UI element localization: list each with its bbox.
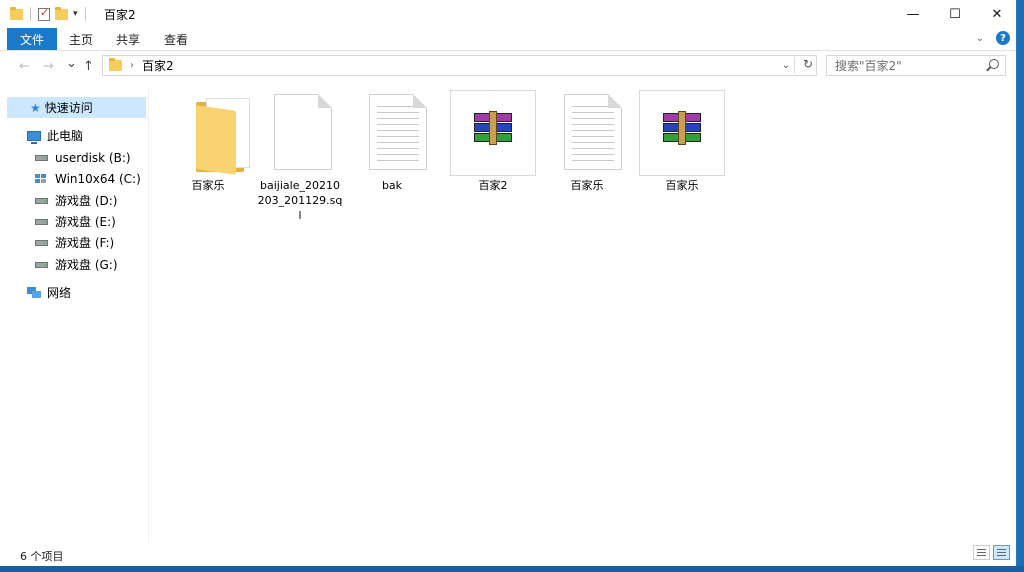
large-icons-view-icon[interactable] [993, 545, 1010, 560]
breadcrumb-current[interactable]: 百家2 [142, 57, 174, 74]
quick-access-toolbar: ▾ [10, 6, 88, 22]
file-thumbnail [639, 90, 725, 176]
file-item[interactable]: bak [349, 90, 435, 193]
blank-file-icon [274, 94, 332, 170]
sidebar-item-label: 游戏盘 (E:) [55, 215, 116, 229]
close-button[interactable]: ✕ [974, 0, 1020, 28]
drive-icon [35, 218, 48, 225]
toolbar-separator [30, 7, 31, 21]
sidebar-item-drive-g[interactable]: 游戏盘 (G:) [35, 254, 118, 275]
customize-toolbar-icon[interactable]: ▾ [73, 9, 78, 19]
tab-share[interactable]: 共享 [116, 28, 140, 50]
file-name: 百家2 [478, 179, 508, 192]
view-switcher [973, 545, 1010, 560]
text-file-icon [564, 94, 622, 170]
tab-home[interactable]: 主页 [69, 28, 93, 50]
search-icon[interactable] [989, 59, 999, 69]
window-title: 百家2 [104, 8, 136, 22]
title-bar: ▾ 百家2 — ☐ ✕ [0, 0, 1016, 28]
windows-drive-icon [35, 173, 48, 184]
folder-icon [109, 58, 122, 71]
minimize-button[interactable]: — [890, 0, 936, 28]
file-thumbnail [544, 90, 630, 176]
properties-icon[interactable] [38, 6, 50, 21]
sidebar-item-label: 游戏盘 (D:) [55, 194, 118, 208]
file-item[interactable]: 百家乐 [165, 90, 251, 193]
drive-icon [35, 197, 48, 204]
sidebar-item-drive-e[interactable]: 游戏盘 (E:) [35, 211, 116, 232]
search-placeholder[interactable]: 搜索"百家2" [835, 57, 902, 74]
sidebar-item-drive-b[interactable]: userdisk (B:) [35, 147, 131, 168]
search-box[interactable]: 搜索"百家2" [826, 55, 1006, 76]
sidebar-item-label: 此电脑 [47, 129, 84, 143]
sidebar-item-drive-f[interactable]: 游戏盘 (F:) [35, 232, 114, 253]
sidebar-item-drive-d[interactable]: 游戏盘 (D:) [35, 190, 117, 211]
help-icon[interactable]: ? [996, 31, 1010, 45]
ribbon-right-controls: ⌄ ? [976, 31, 1010, 45]
winrar-archive-icon [474, 111, 512, 147]
forward-arrow-icon[interactable]: → [43, 59, 54, 74]
file-name: 百家乐 [570, 179, 604, 192]
sidebar-item-label: 网络 [47, 286, 72, 300]
new-folder-icon[interactable] [55, 6, 68, 20]
drive-icon [35, 154, 48, 161]
explorer-window: ▾ 百家2 — ☐ ✕ 文件 主页 共享 查看 ⌄ ? ← → ⌄ ↑ › 百家… [0, 0, 1017, 566]
drive-icon [35, 261, 48, 268]
sidebar-item-label: Win10x64 (C:) [55, 171, 141, 186]
details-view-icon[interactable] [973, 545, 990, 560]
status-item-count: 6 个项目 [20, 550, 64, 563]
file-item[interactable]: 百家2 [450, 90, 536, 193]
file-item[interactable]: baijiale_20210203_201129.sql [257, 90, 343, 223]
sidebar-item-quick-access[interactable]: ★ 快速访问 [7, 97, 146, 118]
drive-icon [35, 239, 48, 246]
chevron-down-icon[interactable]: ⌄ [976, 33, 984, 44]
taskbar-edge [0, 566, 1024, 572]
file-item[interactable]: 百家乐 [544, 90, 630, 193]
folder-thumbnail [165, 90, 251, 176]
maximize-button[interactable]: ☐ [932, 0, 978, 28]
back-arrow-icon[interactable]: ← [19, 59, 30, 74]
address-dropdown-icon[interactable]: ⌄ [778, 57, 795, 74]
navigation-pane: ★ 快速访问 此电脑 userdisk (B:) Win10x64 (C:) 游… [0, 88, 149, 543]
recent-locations-icon[interactable]: ⌄ [66, 56, 77, 71]
sidebar-item-drive-c[interactable]: Win10x64 (C:) [35, 168, 141, 189]
tab-view[interactable]: 查看 [164, 28, 188, 50]
sidebar-item-label: 游戏盘 (F:) [55, 236, 115, 250]
tab-file[interactable]: 文件 [7, 28, 57, 50]
refresh-icon[interactable]: ↻ [803, 57, 813, 71]
sidebar-item-this-pc[interactable]: 此电脑 [27, 125, 83, 146]
address-bar[interactable]: › 百家2 ⌄ ↻ [102, 55, 817, 76]
star-icon: ★ [30, 100, 41, 115]
file-thumbnail [257, 90, 343, 176]
file-item[interactable]: 百家乐 [639, 90, 725, 193]
sidebar-item-label: 快速访问 [44, 101, 93, 115]
folder-icon [196, 98, 252, 175]
file-name: baijiale_20210203_201129.sql [257, 179, 343, 222]
network-icon [27, 287, 41, 298]
sidebar-item-label: userdisk (B:) [55, 150, 131, 165]
file-name: 百家乐 [665, 179, 699, 192]
file-list: 百家乐 baijiale_20210203_201129.sql bak 百家2 [149, 88, 1009, 543]
sidebar-item-network[interactable]: 网络 [27, 282, 71, 303]
file-name: 百家乐 [191, 179, 225, 192]
toolbar-separator [84, 7, 86, 21]
file-thumbnail [349, 90, 435, 176]
folder-icon [10, 6, 23, 20]
up-arrow-icon[interactable]: ↑ [83, 59, 94, 74]
file-name: bak [381, 179, 403, 192]
navigation-bar: ← → ⌄ ↑ › 百家2 ⌄ ↻ 搜索"百家2" [0, 51, 1016, 81]
text-file-icon [369, 94, 427, 170]
file-thumbnail [450, 90, 536, 176]
ribbon-tabs: 文件 主页 共享 查看 ⌄ ? [0, 28, 1016, 51]
breadcrumb-separator[interactable]: › [130, 60, 134, 71]
sidebar-item-label: 游戏盘 (G:) [55, 258, 118, 272]
computer-icon [27, 130, 41, 144]
winrar-archive-icon [663, 111, 701, 147]
